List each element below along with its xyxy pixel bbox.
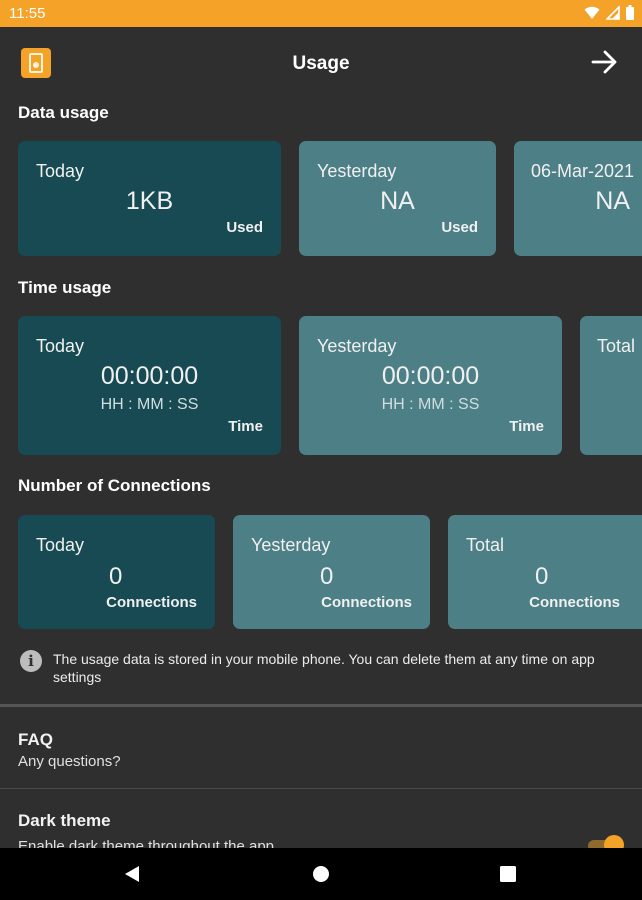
- card-unit: Connections: [106, 594, 197, 611]
- app-bar: Usage: [0, 27, 642, 99]
- nav-back-icon[interactable]: [122, 864, 142, 884]
- signal-icon: [606, 5, 620, 20]
- dark-theme-subtitle: Enable dark theme throughout the app: [18, 838, 275, 848]
- dark-theme-item[interactable]: Dark theme Enable dark theme throughout …: [0, 789, 642, 848]
- navigation-bar: [0, 848, 642, 900]
- nav-recents-icon[interactable]: [500, 866, 516, 882]
- card-value: 0: [109, 563, 123, 590]
- card-unit: Used: [226, 219, 263, 236]
- card-label: Today: [36, 161, 85, 181]
- data-card-date[interactable]: 06-Mar-2021 NA: [514, 141, 642, 256]
- status-time: 11:55: [9, 5, 46, 22]
- time-card-total[interactable]: Total: [580, 316, 642, 455]
- card-value: NA: [595, 187, 630, 215]
- card-format: HH : MM : SS: [381, 396, 480, 413]
- faq-title: FAQ: [18, 730, 53, 749]
- card-label: Yesterday: [251, 535, 331, 555]
- page-title: Usage: [292, 53, 350, 74]
- card-label: 06-Mar-2021: [531, 161, 635, 181]
- card-value: 1KB: [125, 187, 174, 215]
- card-unit: Connections: [529, 594, 620, 611]
- connections-card-yesterday[interactable]: Yesterday 0 Connections: [233, 515, 430, 629]
- card-label: Today: [36, 336, 85, 356]
- divider: [0, 704, 642, 707]
- faq-item[interactable]: FAQ Any questions?: [0, 708, 642, 788]
- section-title-connections: Number of Connections: [18, 476, 211, 495]
- faq-subtitle: Any questions?: [18, 753, 121, 770]
- card-value: 0: [320, 563, 334, 590]
- card-value: 00:00:00: [381, 362, 480, 390]
- card-label: Yesterday: [317, 161, 397, 181]
- info-text: The usage data is stored in your mobile …: [53, 651, 595, 685]
- card-unit: Time: [228, 418, 263, 435]
- card-unit: Time: [509, 418, 544, 435]
- dark-theme-title: Dark theme: [18, 811, 111, 830]
- battery-icon: [626, 5, 634, 20]
- data-card-yesterday[interactable]: Yesterday NA Used: [299, 141, 496, 256]
- card-label: Today: [36, 535, 85, 555]
- connections-card-total[interactable]: Total 0 Connections: [448, 515, 642, 629]
- card-label: Yesterday: [317, 336, 397, 356]
- card-value: 00:00:00: [100, 362, 199, 390]
- card-label: Total: [466, 535, 505, 555]
- status-bar: 11:55: [0, 0, 642, 27]
- card-value: 0: [535, 563, 549, 590]
- status-icons: [584, 5, 634, 20]
- card-unit: Used: [441, 219, 478, 236]
- info-icon: i: [20, 650, 42, 672]
- time-card-yesterday[interactable]: Yesterday 00:00:00 HH : MM : SS Time: [299, 316, 562, 455]
- arrow-forward-icon[interactable]: [590, 47, 620, 77]
- nav-home-icon[interactable]: [312, 865, 330, 883]
- connections-card-today[interactable]: Today 0 Connections: [18, 515, 215, 629]
- section-title-data-usage: Data usage: [18, 103, 109, 122]
- card-format: HH : MM : SS: [100, 396, 199, 413]
- card-value: NA: [380, 187, 415, 215]
- data-card-today[interactable]: Today 1KB Used: [18, 141, 281, 256]
- card-label: Total: [597, 336, 636, 356]
- card-unit: Connections: [321, 594, 412, 611]
- time-card-today[interactable]: Today 00:00:00 HH : MM : SS Time: [18, 316, 281, 455]
- section-title-time-usage: Time usage: [18, 278, 112, 297]
- wifi-icon: [584, 6, 600, 19]
